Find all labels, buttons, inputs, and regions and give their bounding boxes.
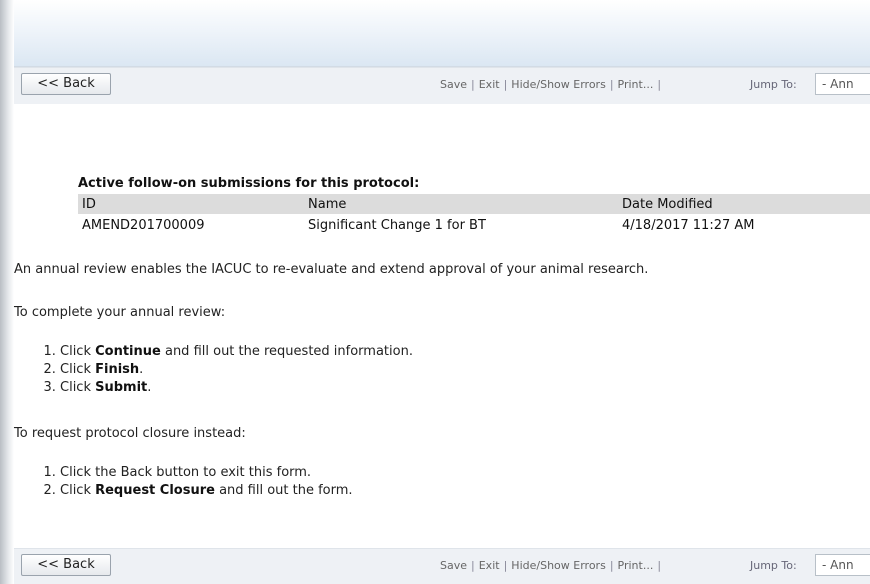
- back-button[interactable]: << Back: [21, 554, 111, 576]
- save-link[interactable]: Save: [440, 78, 467, 91]
- toolbar-links: Save | Exit | Hide/Show Errors | Print... |: [440, 559, 662, 572]
- list-item: Click the Back button to exit this form.: [60, 465, 353, 483]
- jump-to-label: Jump To:: [750, 559, 797, 572]
- left-edge: [0, 0, 14, 584]
- jump-to-select[interactable]: - Ann: [815, 554, 870, 576]
- cell-name: Significant Change 1 for BT: [308, 217, 486, 233]
- jump-to-label: Jump To:: [750, 78, 797, 91]
- table-row[interactable]: AMEND201700009 Significant Change 1 for …: [78, 214, 870, 236]
- cell-date-modified: 4/18/2017 11:27 AM: [622, 217, 755, 233]
- print-link[interactable]: Print...: [618, 78, 654, 91]
- toolbar-links: Save | Exit | Hide/Show Errors | Print... |: [440, 78, 662, 91]
- exit-link[interactable]: Exit: [479, 559, 500, 572]
- closure-heading: To request protocol closure instead:: [14, 426, 246, 441]
- header-band: [14, 0, 870, 67]
- list-item: Click Finish.: [60, 362, 413, 380]
- submissions-title: Active follow-on submissions for this pr…: [78, 176, 420, 191]
- list-item: Click Continue and fill out the requeste…: [60, 344, 413, 362]
- submissions-section: Active follow-on submissions for this pr…: [78, 176, 870, 236]
- back-button[interactable]: << Back: [21, 73, 111, 95]
- intro-text: An annual review enables the IACUC to re…: [14, 262, 649, 277]
- list-item: Click Submit.: [60, 380, 413, 398]
- complete-steps: Click Continue and fill out the requeste…: [42, 344, 413, 398]
- exit-link[interactable]: Exit: [479, 78, 500, 91]
- bottom-toolbar: << Back Save | Exit | Hide/Show Errors | Print…: [14, 548, 870, 584]
- top-toolbar: << Back Save | Exit | Hide/Show Errors | Print…: [14, 67, 870, 105]
- column-header-date-modified: Date Modified: [618, 194, 870, 214]
- cell-id: AMEND201700009: [82, 217, 205, 233]
- form-content: Active follow-on submissions for this pr…: [14, 104, 870, 548]
- hide-show-errors-link[interactable]: Hide/Show Errors: [511, 559, 606, 572]
- closure-steps: Click the Back button to exit this form.…: [42, 465, 353, 501]
- table-header-row: ID Name Date Modified: [78, 194, 870, 214]
- column-header-name: Name: [304, 194, 618, 214]
- list-item: Click Request Closure and fill out the f…: [60, 483, 353, 501]
- save-link[interactable]: Save: [440, 559, 467, 572]
- print-link[interactable]: Print...: [618, 559, 654, 572]
- column-header-id: ID: [78, 194, 304, 214]
- complete-heading: To complete your annual review:: [14, 305, 226, 320]
- submissions-table: ID Name Date Modified AMEND201700009 Sig…: [78, 194, 870, 236]
- hide-show-errors-link[interactable]: Hide/Show Errors: [511, 78, 606, 91]
- jump-to-select[interactable]: - Ann: [815, 73, 870, 95]
- form-window: << Back Save | Exit | Hide/Show Errors | Print…: [0, 0, 870, 584]
